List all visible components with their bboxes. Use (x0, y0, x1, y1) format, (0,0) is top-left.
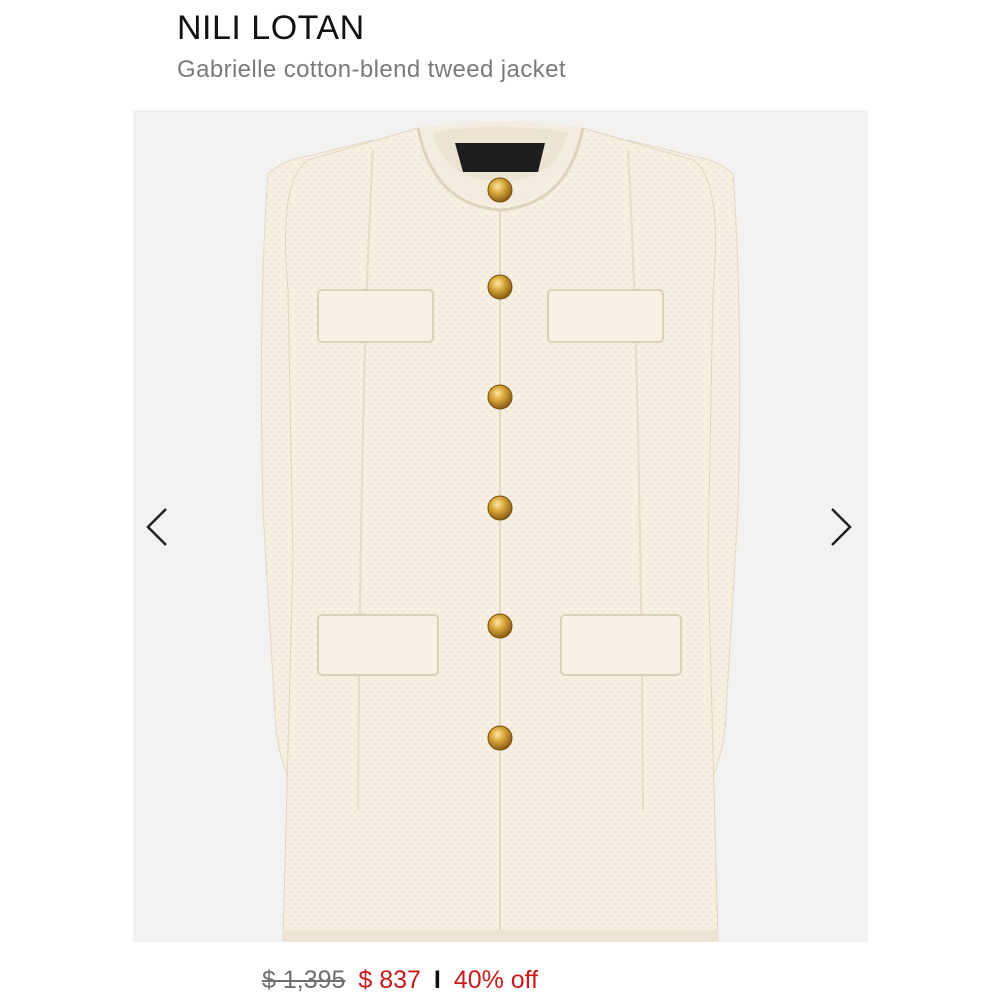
product-title: Gabrielle cotton-blend tweed jacket (177, 56, 566, 83)
original-price: $ 1,395 (262, 966, 346, 994)
product-listing-page: NILI LOTAN Gabrielle cotton-blend tweed … (0, 0, 1000, 1000)
discount-badge: 40% off (453, 966, 539, 994)
product-image-gallery[interactable] (133, 110, 868, 942)
chevron-right-icon[interactable] (826, 505, 856, 549)
chevron-left-icon[interactable] (142, 505, 172, 549)
price-row: $ 1,395 $ 837 I 40% off (262, 962, 538, 998)
brand-name[interactable]: NILI LOTAN (177, 8, 365, 48)
price-separator: I (433, 966, 441, 994)
sale-price: $ 837 (358, 966, 421, 994)
product-image (260, 121, 741, 942)
